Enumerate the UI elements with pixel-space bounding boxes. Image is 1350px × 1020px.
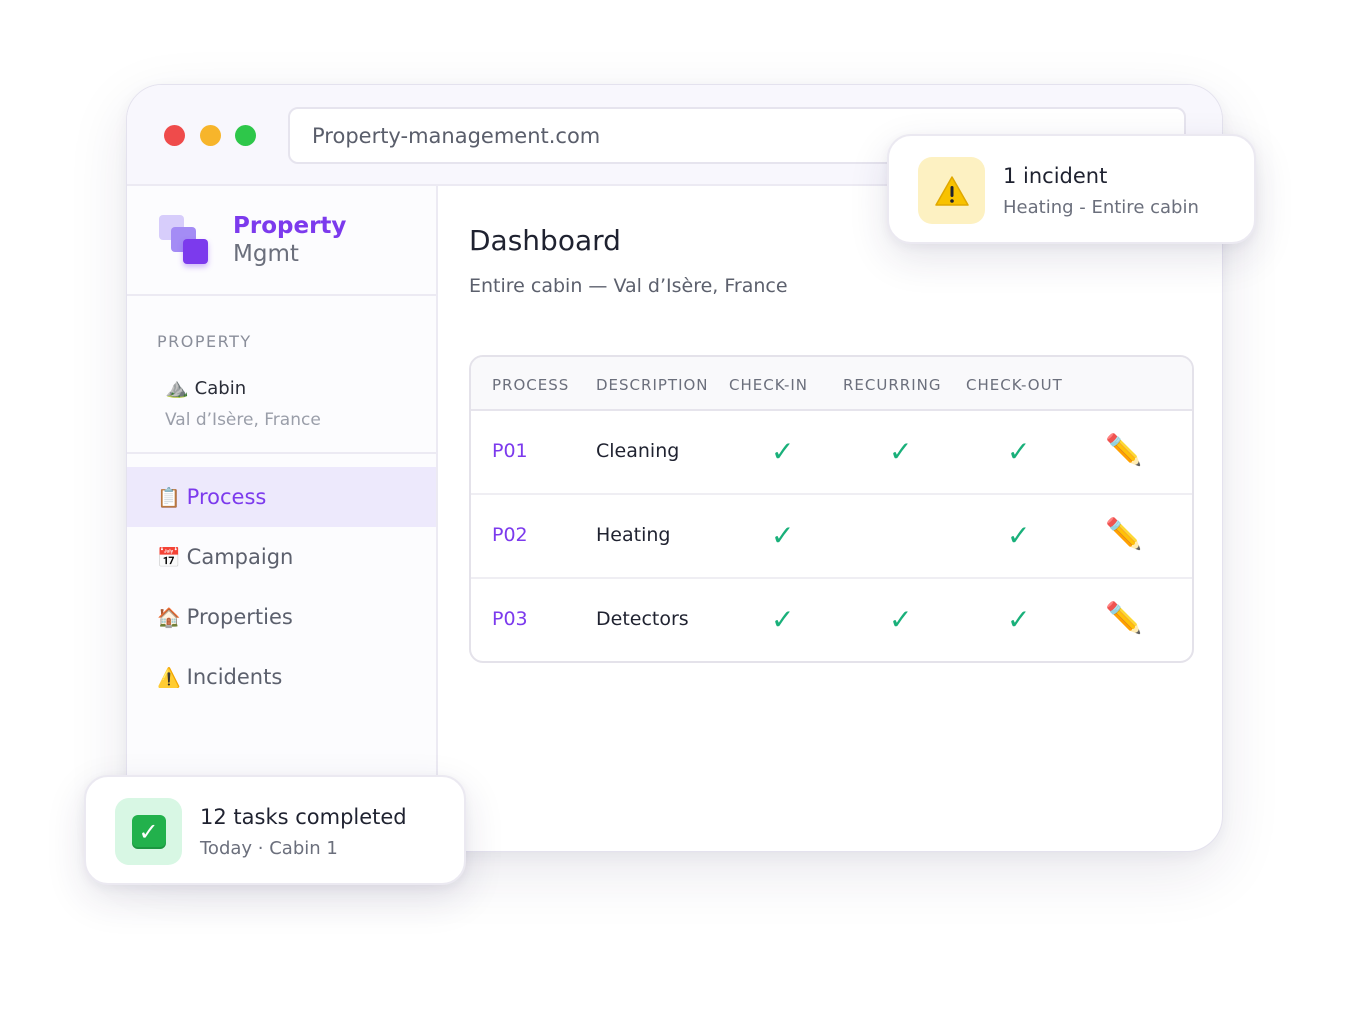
sidebar: Property Mgmt PROPERTY ⛰️ Cabin Val d’Isè…	[127, 186, 438, 851]
minimize-window-button[interactable]	[200, 125, 221, 146]
check-mark-badge-icon: ✓	[131, 814, 166, 849]
table-row[interactable]: P02 Heating ✓ ✓ ✏️	[471, 495, 1192, 579]
address-bar-url: Property-management.com	[312, 123, 601, 148]
process-description: Detectors	[596, 608, 689, 630]
process-id-link[interactable]: P01	[492, 440, 528, 462]
property-location: Val d’Isère, France	[165, 410, 321, 430]
column-header-process[interactable]: PROCESS	[492, 376, 569, 394]
process-description: Cleaning	[596, 440, 680, 462]
brand-header: Property Mgmt	[127, 186, 436, 296]
check-out-check-icon: ✓	[1007, 435, 1031, 468]
mountain-icon: ⛰️	[165, 377, 189, 399]
property-card: PROPERTY ⛰️ Cabin Val d’Isère, France	[127, 298, 436, 454]
edit-pencil-icon[interactable]: ✏️	[1105, 517, 1142, 552]
check-out-check-icon: ✓	[1007, 519, 1031, 552]
table-row[interactable]: P03 Detectors ✓ ✓ ✓ ✏️	[471, 579, 1192, 661]
logo-icon	[159, 215, 213, 269]
process-table: PROCESS DESCRIPTION CHECK-IN RECURRING C…	[469, 355, 1194, 663]
notification-subtitle: Heating - Entire cabin	[1003, 197, 1199, 218]
recurring-check-icon: ✓	[889, 435, 913, 468]
warning-icon	[918, 157, 985, 224]
column-header-check-out[interactable]: CHECK-OUT	[966, 376, 1063, 394]
notification-title: 12 tasks completed	[200, 805, 407, 829]
sidebar-item-incidents[interactable]: ⚠️ Incidents	[127, 647, 436, 707]
clipboard-icon: 📋	[157, 486, 181, 509]
check-in-check-icon: ✓	[771, 519, 795, 552]
process-description: Heating	[596, 524, 671, 546]
sidebar-item-process[interactable]: 📋 Process	[127, 467, 436, 527]
warning-triangle-icon	[934, 175, 969, 206]
table-header: PROCESS DESCRIPTION CHECK-IN RECURRING C…	[471, 357, 1192, 411]
calendar-icon: 📅	[157, 546, 181, 569]
page-subtitle: Entire cabin — Val d’Isère, France	[469, 275, 788, 297]
notification-title: 1 incident	[1003, 164, 1108, 188]
notification-subtitle: Today · Cabin 1	[200, 838, 338, 859]
property-name-label: Cabin	[194, 378, 247, 399]
process-id-link[interactable]: P02	[492, 524, 528, 546]
property-name[interactable]: ⛰️ Cabin	[165, 376, 246, 399]
sidebar-item-campaign[interactable]: 📅 Campaign	[127, 527, 436, 587]
sidebar-item-label: Properties	[186, 605, 293, 629]
close-window-button[interactable]	[164, 125, 185, 146]
property-section-label: PROPERTY	[157, 332, 252, 351]
check-in-check-icon: ✓	[771, 603, 795, 636]
edit-pencil-icon[interactable]: ✏️	[1105, 601, 1142, 636]
sidebar-item-label: Incidents	[186, 665, 283, 689]
main-content: Dashboard Entire cabin — Val d’Isère, Fr…	[438, 186, 1222, 851]
tasks-completed-notification[interactable]: ✓ 12 tasks completed Today · Cabin 1	[84, 775, 466, 885]
sidebar-item-properties[interactable]: 🏠 Properties	[127, 587, 436, 647]
sidebar-item-label: Process	[186, 485, 267, 509]
house-icon: 🏠	[157, 606, 181, 629]
brand-subtitle: Mgmt	[233, 241, 299, 267]
column-header-recurring[interactable]: RECURRING	[843, 376, 941, 394]
process-id-link[interactable]: P03	[492, 608, 528, 630]
check-mark-icon: ✓	[115, 798, 182, 865]
edit-pencil-icon[interactable]: ✏️	[1105, 433, 1142, 468]
brand-name: Property	[233, 213, 347, 239]
check-in-check-icon: ✓	[771, 435, 795, 468]
warning-icon: ⚠️	[157, 666, 181, 689]
column-header-description[interactable]: DESCRIPTION	[596, 376, 709, 394]
column-header-check-in[interactable]: CHECK-IN	[729, 376, 808, 394]
recurring-check-icon: ✓	[889, 603, 913, 636]
table-row[interactable]: P01 Cleaning ✓ ✓ ✓ ✏️	[471, 411, 1192, 495]
check-out-check-icon: ✓	[1007, 603, 1031, 636]
maximize-window-button[interactable]	[235, 125, 256, 146]
page-title: Dashboard	[469, 224, 621, 257]
sidebar-item-label: Campaign	[186, 545, 294, 569]
incident-notification[interactable]: 1 incident Heating - Entire cabin	[887, 134, 1256, 244]
